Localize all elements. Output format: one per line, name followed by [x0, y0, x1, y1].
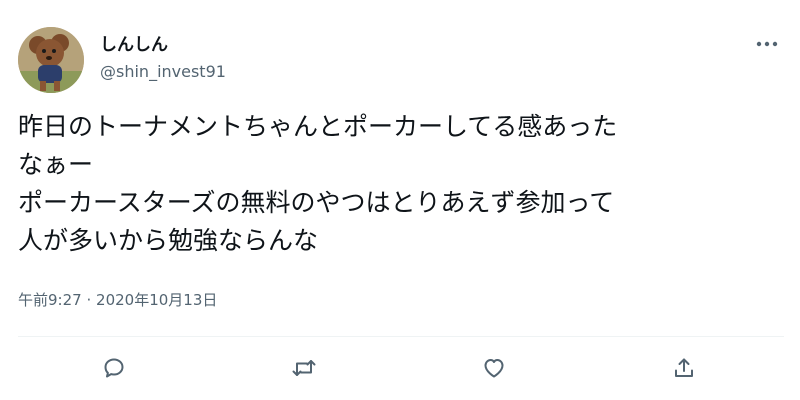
- like-button[interactable]: [479, 353, 509, 383]
- user-handle[interactable]: @shin_invest91: [100, 62, 226, 82]
- tweet-text: 昨日のトーナメントちゃんとポーカーしてる感あった なぁー ポーカースターズの無料…: [18, 108, 784, 260]
- retweet-button[interactable]: [289, 353, 319, 383]
- meta-separator: ·: [86, 291, 92, 309]
- reply-button[interactable]: [99, 353, 129, 383]
- reply-icon: [104, 358, 124, 378]
- tweet-date[interactable]: 2020年10月13日: [96, 291, 217, 309]
- retweet-icon: [292, 360, 316, 376]
- display-name[interactable]: しんしん: [100, 34, 168, 56]
- dog-avatar-icon: [18, 27, 84, 93]
- tweet-time[interactable]: 午前9:27: [18, 291, 82, 309]
- avatar[interactable]: [18, 27, 84, 93]
- tweet-line: なぁー: [18, 150, 94, 179]
- more-icon: [756, 41, 778, 47]
- tweet-line: 人が多いから勉強ならんな: [18, 226, 319, 255]
- share-button[interactable]: [669, 353, 699, 383]
- tweet-line: ポーカースターズの無料のやつはとりあえず参加って: [18, 188, 615, 217]
- like-icon: [484, 359, 504, 378]
- more-options-button[interactable]: [752, 34, 782, 54]
- tweet-line: 昨日のトーナメントちゃんとポーカーしてる感あった: [18, 112, 618, 141]
- share-icon: [675, 358, 693, 377]
- tweet-timestamp[interactable]: 午前9:27 · 2020年10月13日: [18, 290, 217, 310]
- divider: [18, 336, 784, 337]
